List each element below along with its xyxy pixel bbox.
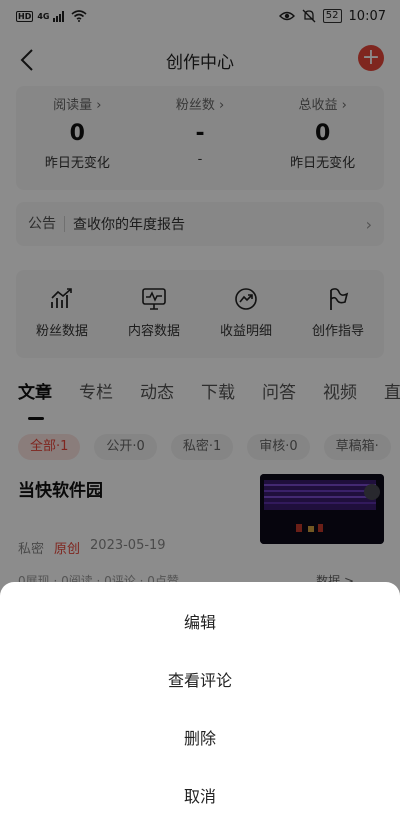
action-sheet: 编辑 查看评论 删除 取消 — [0, 582, 400, 831]
delete-button[interactable]: 删除 — [0, 708, 400, 766]
cancel-button[interactable]: 取消 — [0, 766, 400, 824]
edit-button[interactable]: 编辑 — [0, 592, 400, 650]
view-comments-button[interactable]: 查看评论 — [0, 650, 400, 708]
